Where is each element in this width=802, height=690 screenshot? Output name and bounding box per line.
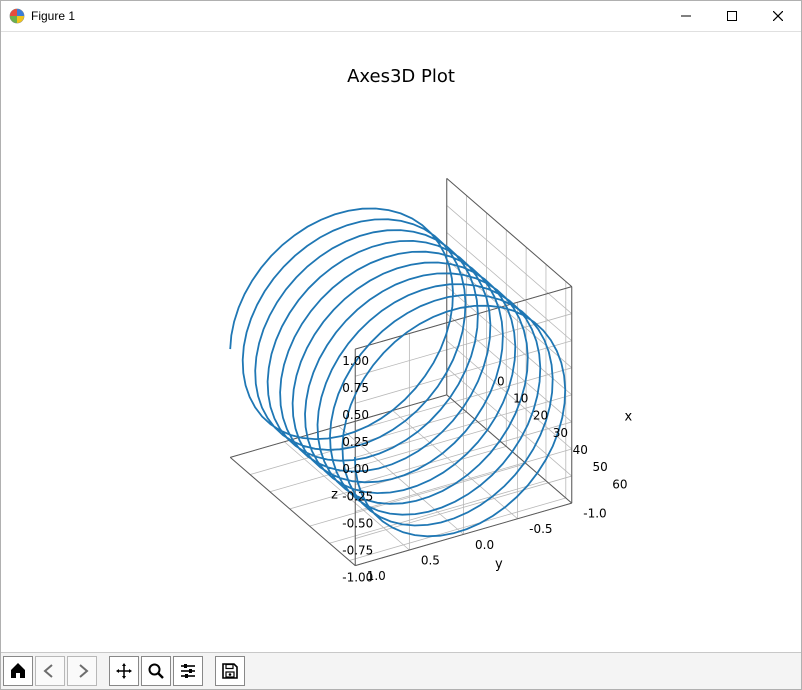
svg-text:50: 50 — [592, 460, 607, 474]
pan-button[interactable] — [109, 656, 139, 686]
svg-text:40: 40 — [573, 443, 588, 457]
svg-text:0: 0 — [497, 374, 505, 388]
svg-text:0.5: 0.5 — [421, 553, 440, 567]
x-axis-label: x — [624, 410, 632, 425]
svg-text:-0.5: -0.5 — [529, 522, 552, 536]
grid — [230, 178, 572, 565]
back-button[interactable] — [35, 656, 65, 686]
titlebar: Figure 1 — [1, 1, 801, 32]
svg-text:10: 10 — [513, 391, 528, 405]
svg-text:-0.25: -0.25 — [342, 489, 373, 503]
zoom-button[interactable] — [141, 656, 171, 686]
toolbar — [1, 652, 801, 689]
figure-window: Figure 1 Axes3D Plot 0102030405060-1.0-0… — [0, 0, 802, 690]
svg-text:-1.00: -1.00 — [342, 570, 373, 584]
svg-text:-0.50: -0.50 — [342, 516, 373, 530]
z-axis-label: z — [331, 487, 338, 502]
figure-area[interactable]: Axes3D Plot 0102030405060-1.0-0.50.00.51… — [1, 32, 801, 652]
svg-text:30: 30 — [553, 426, 568, 440]
svg-text:0.25: 0.25 — [342, 435, 369, 449]
close-button[interactable] — [755, 1, 801, 31]
svg-text:0.50: 0.50 — [342, 408, 369, 422]
minimize-button[interactable] — [663, 1, 709, 31]
app-icon — [9, 8, 25, 24]
svg-text:0.75: 0.75 — [342, 381, 369, 395]
y-axis-label: y — [495, 557, 503, 572]
box-outline — [230, 178, 572, 565]
svg-text:60: 60 — [612, 477, 627, 491]
svg-text:20: 20 — [533, 409, 548, 423]
save-button[interactable] — [215, 656, 245, 686]
axes3d-plot[interactable]: 0102030405060-1.0-0.50.00.51.0-1.00-0.75… — [1, 32, 801, 652]
configure-subplots-button[interactable] — [173, 656, 203, 686]
svg-text:-0.75: -0.75 — [342, 543, 373, 557]
window-title: Figure 1 — [31, 9, 75, 23]
svg-text:0.00: 0.00 — [342, 462, 369, 476]
svg-text:1.00: 1.00 — [342, 354, 369, 368]
home-button[interactable] — [3, 656, 33, 686]
maximize-button[interactable] — [709, 1, 755, 31]
svg-text:0.0: 0.0 — [475, 538, 494, 552]
svg-text:-1.0: -1.0 — [583, 507, 606, 521]
forward-button[interactable] — [67, 656, 97, 686]
